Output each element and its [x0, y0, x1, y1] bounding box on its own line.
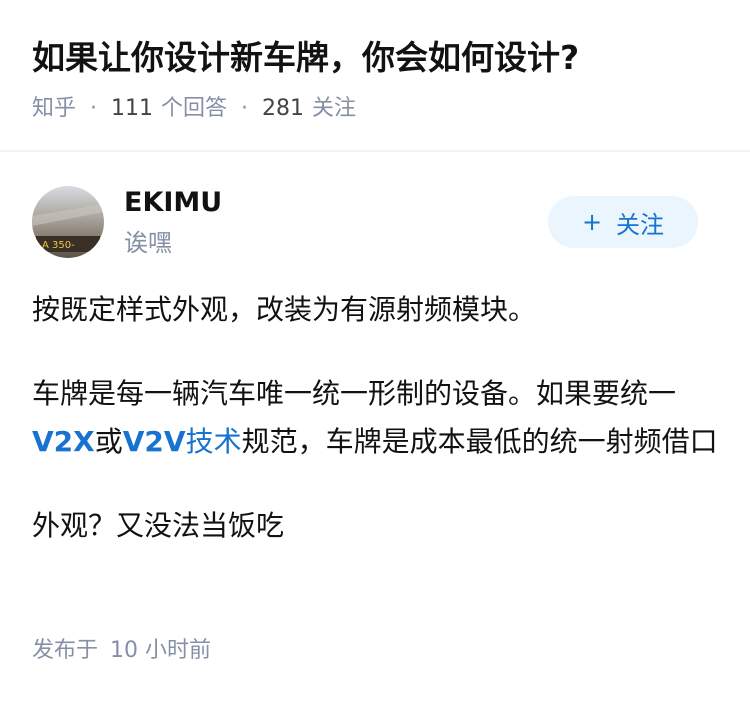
answer-content: 按既定样式外观，改装为有源射频模块。 车牌是每一辆汽车唯一统一形制的设备。如果要…	[32, 286, 722, 586]
answers-count: 111	[111, 96, 154, 121]
follow-button-label: 关注	[616, 210, 665, 239]
meta-separator: ·	[90, 96, 98, 121]
link-v2v[interactable]: V2V	[123, 425, 186, 458]
answer-text: 规范，车牌是成本最低的统一射频借口	[241, 425, 718, 458]
publish-info: 发布于 10 小时前	[32, 634, 211, 668]
question-title[interactable]: 如果让你设计新车牌，你会如何设计?	[32, 34, 732, 82]
answers-label[interactable]: 个回答	[161, 92, 227, 126]
answer-text: 或	[94, 425, 123, 458]
author-bio: 诶嘿	[124, 229, 172, 257]
answer-paragraph-1: 按既定样式外观，改装为有源射频模块。	[32, 293, 537, 326]
followers-label: 关注	[312, 96, 357, 121]
link-tech[interactable]: 技术	[186, 425, 242, 458]
answer-page: 如果让你设计新车牌，你会如何设计? 知乎 · 111 个回答 · 281 关注 …	[0, 0, 750, 702]
followers-count: 281	[262, 96, 305, 121]
follow-button[interactable]: + 关注	[548, 196, 698, 248]
question-meta: 知乎 · 111 个回答 · 281 关注	[32, 92, 356, 126]
published-time: 10 小时前	[110, 638, 212, 663]
author-name[interactable]: EKIMU	[124, 184, 222, 222]
answer-paragraph-3: 外观？又没法当饭吃	[32, 509, 285, 542]
divider	[0, 150, 750, 152]
avatar[interactable]: A 350-	[32, 186, 104, 258]
answer-paragraph-2: 车牌是每一辆汽车唯一统一形制的设备。如果要统一 V2X或V2V技术规范，车牌是成本…	[32, 370, 722, 466]
link-v2x[interactable]: V2X	[32, 425, 95, 458]
source-label[interactable]: 知乎	[32, 92, 76, 126]
avatar-text: A 350-	[42, 240, 75, 251]
meta-separator: ·	[241, 96, 249, 121]
plus-icon: +	[581, 208, 603, 236]
avatar-image: A 350-	[32, 186, 104, 258]
answer-text: 车牌是每一辆汽车唯一统一形制的设备。如果要统一	[32, 377, 677, 410]
published-label: 发布于	[32, 638, 99, 663]
